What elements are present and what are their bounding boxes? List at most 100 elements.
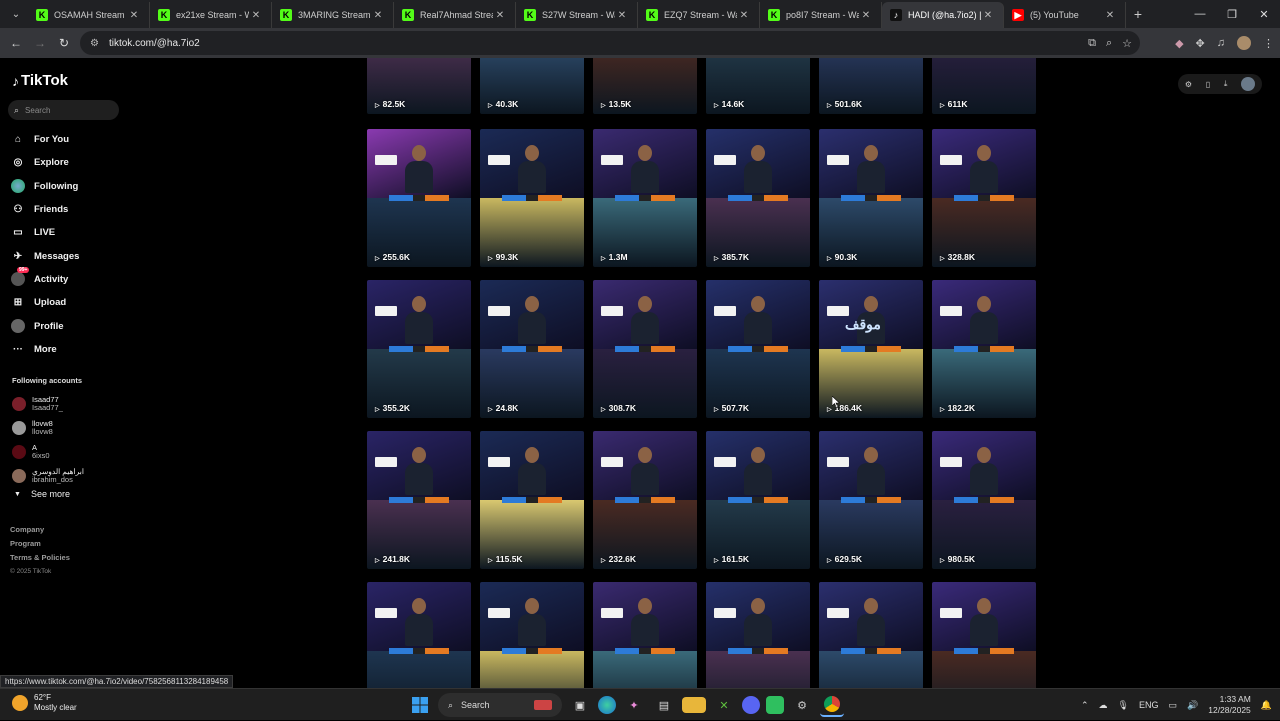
nav-item-upload[interactable]: ⊞ Upload <box>10 291 79 314</box>
nav-item-profile[interactable]: Profile <box>10 314 79 337</box>
following-account[interactable]: A 6ixs0 <box>12 440 84 464</box>
video-thumbnail[interactable] <box>593 582 697 688</box>
browser-tab[interactable]: ▶ (5) YouTube ✕ <box>1004 2 1126 28</box>
browser-tab[interactable]: K OSAMAH Stream - W✕ <box>28 2 150 28</box>
display-icon[interactable]: ▭ <box>1169 700 1178 711</box>
new-tab-button[interactable]: + <box>1126 6 1150 22</box>
nav-item-activity[interactable]: 99+ Activity <box>10 267 79 291</box>
bookmark-star-icon[interactable]: ☆ <box>1122 37 1132 50</box>
browser-tab[interactable]: Kpo8I7 Stream - Watc✕ <box>760 2 882 28</box>
forward-button[interactable]: → <box>28 31 52 55</box>
search-input[interactable]: ⌕ Search <box>8 100 119 120</box>
edge-icon[interactable] <box>598 696 616 714</box>
nav-item-following[interactable]: Following <box>10 175 79 198</box>
footer-terms-link[interactable]: Terms & Policies <box>10 551 70 565</box>
taskbar-search[interactable]: ⌕ Search <box>438 693 562 717</box>
start-button[interactable] <box>408 693 432 717</box>
video-thumbnail[interactable]: ▷ 385.7K <box>706 129 810 267</box>
copilot-icon[interactable]: ✦ <box>622 693 646 717</box>
video-thumbnail[interactable]: ▷ 161.5K <box>706 431 810 569</box>
back-button[interactable]: ← <box>4 31 28 55</box>
video-thumbnail[interactable] <box>706 582 810 688</box>
close-tab-icon[interactable]: ✕ <box>249 10 263 21</box>
browser-tab[interactable]: Kex21xe Stream - Wat✕ <box>150 2 272 28</box>
store-icon[interactable]: ▤ <box>652 693 676 717</box>
maximize-button[interactable]: ❐ <box>1216 0 1248 28</box>
clock[interactable]: 1:33 AM 12/28/2025 <box>1208 694 1251 716</box>
close-tab-icon[interactable]: ✕ <box>127 10 141 21</box>
video-thumbnail[interactable]: ▷ 308.7K <box>593 280 697 418</box>
browser-tab[interactable]: K Real7Ahmad Stream✕ <box>394 2 516 28</box>
extension-icon[interactable]: ◆ <box>1175 37 1183 50</box>
video-thumbnail[interactable]: ▷ 24.8K <box>480 280 584 418</box>
browser-tab[interactable]: ♪ HADI (@ha.7io2) | Tik✕ <box>882 2 1004 28</box>
following-account[interactable]: ابراهيم الدوسري ibrahim_dos <box>12 464 84 488</box>
video-thumbnail[interactable]: ▷ 629.5K <box>819 431 923 569</box>
footer-company-link[interactable]: Company <box>10 523 70 537</box>
following-account[interactable]: llovw8 llovw8 <box>12 416 84 440</box>
task-view-icon[interactable]: ▣ <box>568 693 592 717</box>
close-window-button[interactable]: ✕ <box>1248 0 1280 28</box>
video-thumbnail[interactable] <box>819 582 923 688</box>
video-thumbnail[interactable]: ▷ 328.8K <box>932 129 1036 267</box>
weather-widget[interactable]: 62°F Mostly clear <box>12 693 77 713</box>
video-thumbnail[interactable]: ▷ 355.2K <box>367 280 471 418</box>
video-thumbnail[interactable]: ▷ 14.6K <box>706 58 810 114</box>
cloud-icon[interactable]: ☁ <box>1099 700 1108 711</box>
tab-search-icon[interactable]: ⌄ <box>4 3 28 25</box>
video-thumbnail[interactable]: ▷ 611K <box>932 58 1036 114</box>
settings-icon[interactable]: ⚙ <box>1185 80 1192 89</box>
video-thumbnail[interactable] <box>480 582 584 688</box>
video-thumbnail[interactable]: ▷ 255.6K <box>367 129 471 267</box>
close-tab-icon[interactable]: ✕ <box>737 10 751 21</box>
profile-avatar[interactable] <box>1237 36 1251 50</box>
video-thumbnail[interactable]: ▷ 90.3K <box>819 129 923 267</box>
video-thumbnail[interactable]: ▷ 980.5K <box>932 431 1036 569</box>
video-thumbnail[interactable]: ▷ 182.2K <box>932 280 1036 418</box>
nav-item-friends[interactable]: ⚇ Friends <box>10 198 79 221</box>
notification-bell-icon[interactable]: 🔔 <box>1261 700 1272 711</box>
video-thumbnail[interactable]: ▷ 232.6K <box>593 431 697 569</box>
file-explorer-icon[interactable] <box>682 697 706 713</box>
nav-item-for-you[interactable]: ⌂ For You <box>10 128 79 151</box>
video-thumbnail[interactable] <box>932 582 1036 688</box>
xbox-icon[interactable]: ✕ <box>712 693 736 717</box>
site-info-icon[interactable]: ⚙ <box>90 38 99 49</box>
reload-button[interactable]: ↻ <box>52 31 76 55</box>
browser-tab[interactable]: K EZQ7 Stream - Watch✕ <box>638 2 760 28</box>
address-bar[interactable]: ⚙ tiktok.com/@ha.7io2 ⧉ ⌕ ☆ <box>80 31 1140 55</box>
close-tab-icon[interactable]: ✕ <box>981 10 995 21</box>
close-tab-icon[interactable]: ✕ <box>615 10 629 21</box>
close-tab-icon[interactable]: ✕ <box>371 10 385 21</box>
nav-item-live[interactable]: ▭ LIVE <box>10 221 79 244</box>
see-more-button[interactable]: ▼ See more <box>14 489 70 499</box>
video-thumbnail[interactable]: ▷ 40.3K <box>480 58 584 114</box>
close-tab-icon[interactable]: ✕ <box>1103 10 1117 21</box>
video-thumbnail[interactable]: ▷ 241.8K <box>367 431 471 569</box>
browser-tab[interactable]: K S27W Stream - Watc✕ <box>516 2 638 28</box>
video-thumbnail[interactable]: ▷ 99.3K <box>480 129 584 267</box>
minimize-button[interactable]: — <box>1184 0 1216 28</box>
chevron-up-icon[interactable]: ⌃ <box>1081 700 1089 711</box>
close-tab-icon[interactable]: ✕ <box>493 10 507 21</box>
nav-item-messages[interactable]: ✈ Messages <box>10 244 80 267</box>
video-thumbnail[interactable]: ▷ 501.6K <box>819 58 923 114</box>
video-thumbnail[interactable]: ▷ 1.3M <box>593 129 697 267</box>
settings-gear-icon[interactable]: ⚙ <box>790 693 814 717</box>
video-thumbnail[interactable] <box>367 582 471 688</box>
video-thumbnail[interactable]: ▷ 82.5K <box>367 58 471 114</box>
extensions-puzzle-icon[interactable]: ✥ <box>1196 37 1205 50</box>
video-thumbnail[interactable]: ▷ 507.7K <box>706 280 810 418</box>
app-green-icon[interactable] <box>766 696 784 714</box>
following-account[interactable]: Isaad77 Isaad77_ <box>12 392 84 416</box>
volume-icon[interactable]: 🔊 <box>1187 700 1198 711</box>
discord-icon[interactable] <box>742 696 760 714</box>
microphone-icon[interactable]: 🎙 <box>1118 700 1129 711</box>
browser-menu-icon[interactable]: ⋮ <box>1263 37 1274 50</box>
chrome-icon[interactable] <box>820 693 844 717</box>
video-thumbnail[interactable]: ▷ 13.5K <box>593 58 697 114</box>
user-avatar[interactable] <box>1241 77 1256 91</box>
nav-item-explore[interactable]: ◎ Explore <box>10 151 79 174</box>
close-tab-icon[interactable]: ✕ <box>859 10 873 21</box>
nav-item-more[interactable]: ··· More <box>10 338 79 361</box>
